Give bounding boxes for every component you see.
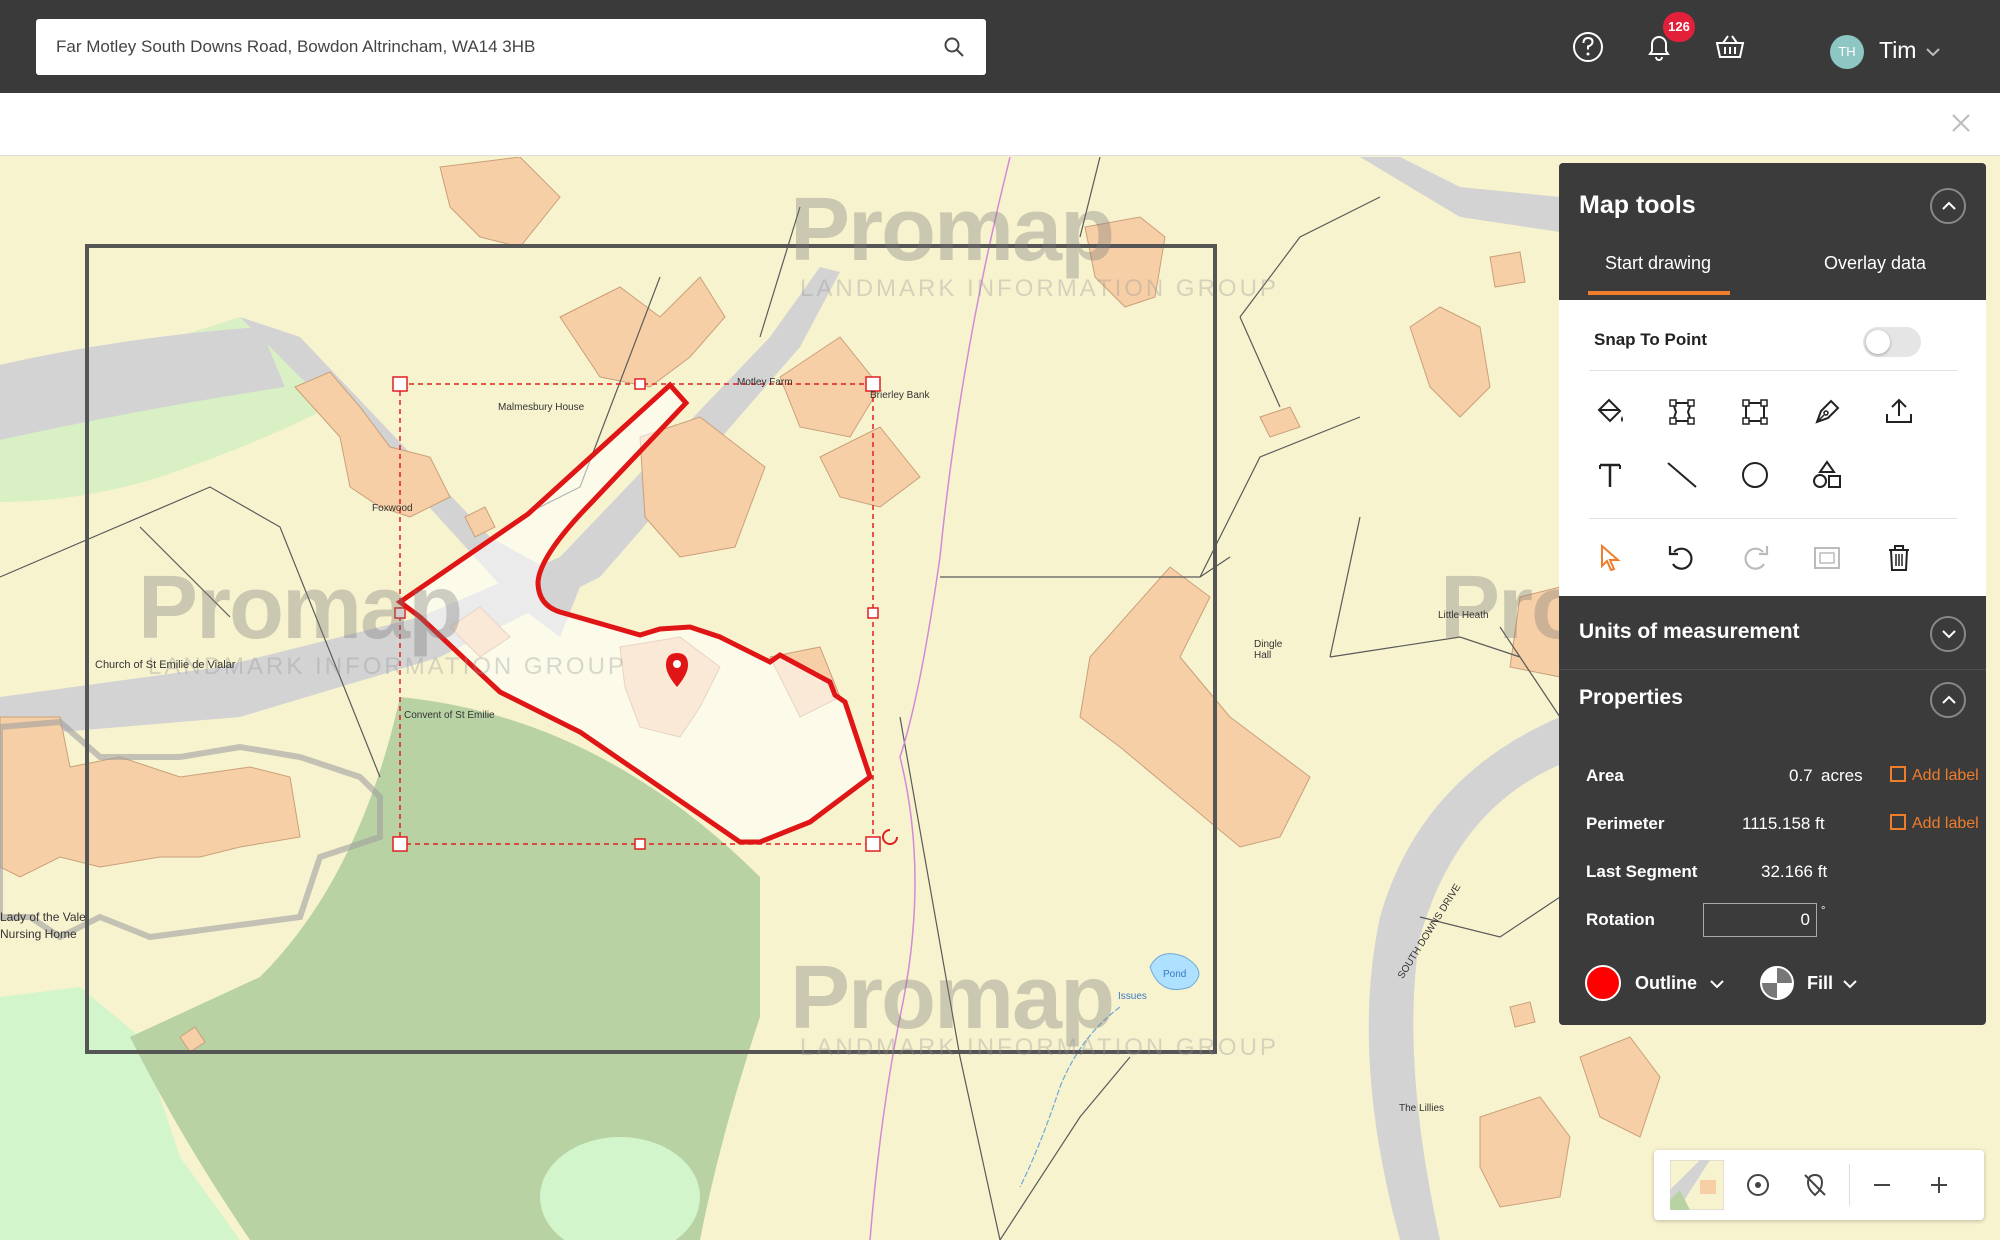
chevron-up-icon <box>1942 695 1956 704</box>
rotation-input[interactable]: 0 <box>1703 903 1817 937</box>
upload-icon[interactable] <box>1881 394 1917 430</box>
map-label: Motley Farm <box>737 377 793 388</box>
map-controls <box>1654 1150 1984 1220</box>
zoom-in-icon[interactable] <box>1924 1170 1954 1200</box>
chevron-down-icon[interactable] <box>1709 978 1725 990</box>
active-tab-indicator <box>1588 291 1730 295</box>
panel-title: Map tools <box>1579 191 1696 219</box>
line-tool-icon[interactable] <box>1664 457 1700 493</box>
toggle-knob <box>1866 330 1890 354</box>
select-cursor-icon[interactable] <box>1592 540 1628 576</box>
notification-badge: 126 <box>1663 12 1695 42</box>
chevron-up-icon <box>1942 201 1956 210</box>
close-icon[interactable] <box>1950 112 1972 134</box>
divider <box>1589 518 1957 519</box>
watermark-sub: LANDMARK INFORMATION GROUP <box>800 1034 1279 1061</box>
add-perimeter-label-button[interactable]: Add label <box>1890 814 1979 833</box>
search-icon[interactable] <box>942 35 966 59</box>
tab-start-drawing[interactable]: Start drawing <box>1605 253 1711 274</box>
add-area-label-button[interactable]: Add label <box>1890 766 1979 785</box>
shapes-tool-icon[interactable] <box>1809 457 1845 493</box>
properties-title[interactable]: Properties <box>1579 686 1683 710</box>
collapse-panel-button[interactable] <box>1930 188 1966 224</box>
divider <box>1589 370 1957 371</box>
basemap-thumbnail-icon[interactable] <box>1670 1160 1724 1210</box>
tab-overlay-data[interactable]: Overlay data <box>1824 253 1926 274</box>
snap-label: Snap To Point <box>1594 330 1708 349</box>
map-label: Brierley Bank <box>870 390 930 401</box>
redo-icon[interactable] <box>1737 540 1773 576</box>
fill-swatch-icon[interactable] <box>1759 965 1795 1001</box>
expand-units-button[interactable] <box>1930 616 1966 652</box>
pen-tool-icon[interactable] <box>1809 394 1845 430</box>
degree-symbol: ° <box>1821 905 1826 917</box>
area-unit[interactable]: acres <box>1821 766 1863 786</box>
map-label: Little Heath <box>1438 610 1489 621</box>
basket-icon[interactable] <box>1713 30 1747 64</box>
top-bar: Far Motley South Downs Road, Bowdon Altr… <box>0 0 2000 93</box>
watermark: Promap <box>138 558 463 658</box>
circle-tool-icon[interactable] <box>1737 457 1773 493</box>
outline-label[interactable]: Outline <box>1635 973 1697 994</box>
rotation-label: Rotation <box>1586 910 1655 929</box>
snap-toggle[interactable] <box>1863 327 1921 357</box>
map-label: Convent of St Emilie <box>404 710 495 721</box>
zoom-out-icon[interactable] <box>1867 1170 1897 1200</box>
map-label: Pond <box>1163 969 1187 980</box>
collapse-properties-button[interactable] <box>1930 682 1966 718</box>
units-title[interactable]: Units of measurement <box>1579 620 1800 644</box>
watermark-sub: LANDMARK INFORMATION GROUP <box>800 275 1279 302</box>
area-value: 0.7 <box>1789 766 1813 785</box>
watermark: Promap <box>1440 558 1560 658</box>
map-label: Dingle Hall <box>1254 639 1283 661</box>
plus-square-icon <box>1890 766 1906 782</box>
divider <box>1559 669 1986 670</box>
chevron-down-icon[interactable] <box>1925 46 1941 58</box>
map-label: The Lillies <box>1399 1103 1445 1114</box>
avatar[interactable]: TH <box>1830 35 1864 69</box>
divider <box>1849 1164 1850 1206</box>
hide-location-icon[interactable] <box>1800 1170 1830 1200</box>
perimeter-value: 1115.158 ft <box>1742 814 1825 833</box>
map-label: Church of St Emilie de Vialar <box>95 659 236 671</box>
area-label: Area <box>1586 766 1624 785</box>
sub-bar <box>0 93 2000 156</box>
last-segment-label: Last Segment <box>1586 862 1698 881</box>
fit-frame-icon[interactable] <box>1809 540 1845 576</box>
undo-icon[interactable] <box>1664 540 1700 576</box>
search-input[interactable]: Far Motley South Downs Road, Bowdon Altr… <box>56 37 942 57</box>
outline-color-swatch[interactable] <box>1585 965 1621 1001</box>
search-bar[interactable]: Far Motley South Downs Road, Bowdon Altr… <box>36 19 986 75</box>
map-label: Nursing Home <box>0 927 77 941</box>
rectangle-tool-icon[interactable] <box>1737 394 1773 430</box>
map-label: Lady of the Vale <box>0 910 86 924</box>
user-name[interactable]: Tim <box>1879 37 1916 64</box>
chevron-down-icon[interactable] <box>1842 978 1858 990</box>
plus-square-icon <box>1890 814 1906 830</box>
drawing-tools: Snap To Point <box>1559 300 1986 596</box>
map-label: Foxwood <box>372 503 413 514</box>
map-tools-panel: Map tools Start drawing Overlay data Sna… <box>1559 163 1986 1025</box>
perimeter-label: Perimeter <box>1586 814 1665 833</box>
text-tool-icon[interactable] <box>1592 457 1628 493</box>
last-segment-value: 32.166 ft <box>1761 862 1828 881</box>
map-label: Issues <box>1118 991 1147 1002</box>
polygon-tool-icon[interactable] <box>1664 394 1700 430</box>
trash-icon[interactable] <box>1881 540 1917 576</box>
chevron-down-icon <box>1942 630 1956 639</box>
help-icon[interactable] <box>1571 30 1605 64</box>
map-label: Malmesbury House <box>498 402 585 413</box>
paint-bucket-icon[interactable] <box>1592 394 1628 430</box>
fill-label[interactable]: Fill <box>1807 973 1833 994</box>
watermark: Promap <box>790 180 1115 280</box>
locate-icon[interactable] <box>1743 1170 1773 1200</box>
